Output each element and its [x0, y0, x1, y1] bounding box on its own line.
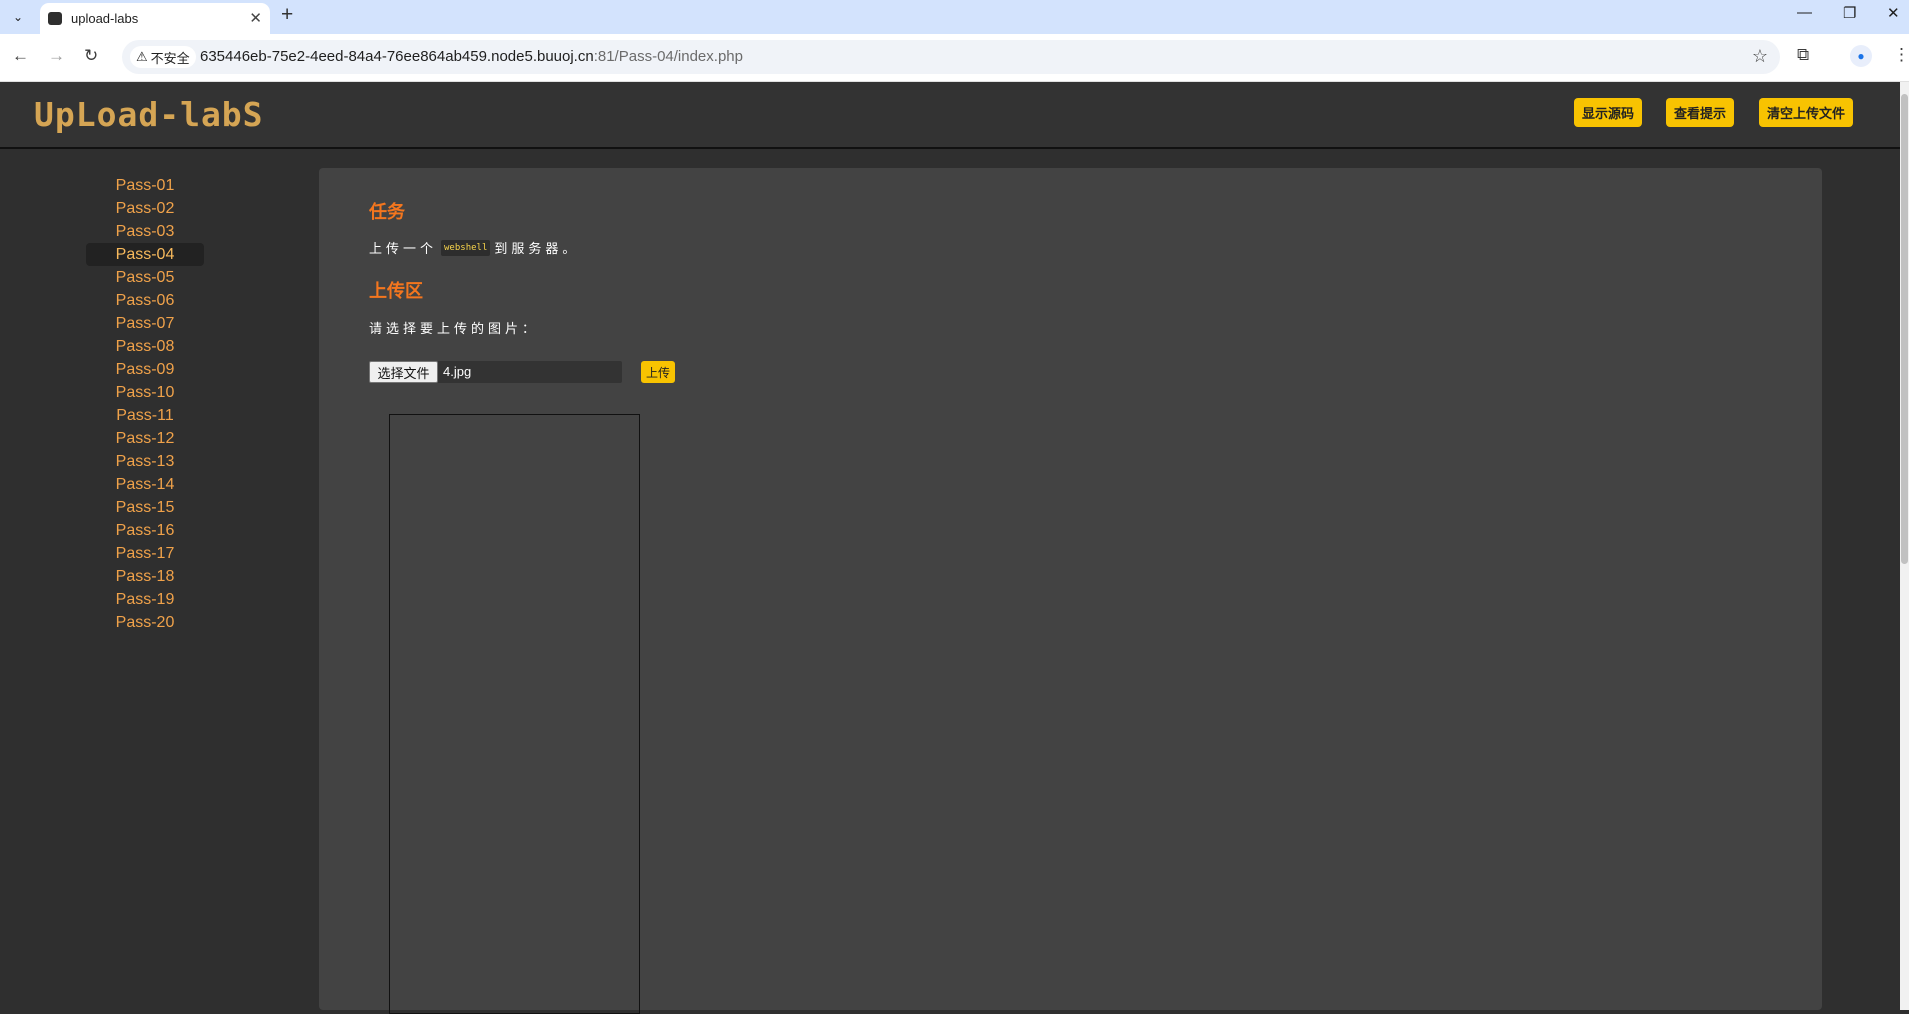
- tab-title: upload-labs: [71, 11, 139, 26]
- url-host: 635446eb-75e2-4eed-84a4-76ee864ab459.nod…: [200, 48, 594, 65]
- tab-close-icon[interactable]: ✕: [249, 9, 262, 27]
- menu-item-pass-16[interactable]: Pass-16: [86, 519, 204, 542]
- upload-prompt: 请选择要上传的图片：: [369, 321, 540, 336]
- menu-item-pass-13[interactable]: Pass-13: [86, 450, 204, 473]
- menu-kebab-icon[interactable]: ⋮: [1893, 45, 1909, 65]
- back-arrow-icon[interactable]: ←: [12, 46, 29, 66]
- menu-item-pass-14[interactable]: Pass-14: [86, 473, 204, 496]
- site-logo: UpLoad-labS: [34, 95, 264, 134]
- menu-item-pass-18[interactable]: Pass-18: [86, 565, 204, 588]
- pass-menu: Pass-01 Pass-02 Pass-03 Pass-04 Pass-05 …: [0, 149, 318, 1010]
- task-text-before: 上传一个: [369, 241, 438, 256]
- menu-item-pass-09[interactable]: Pass-09: [86, 358, 204, 381]
- task-description: 上传一个 webshell 到服务器。: [369, 238, 579, 257]
- menu-item-pass-07[interactable]: Pass-07: [86, 312, 204, 335]
- menu-item-pass-12[interactable]: Pass-12: [86, 427, 204, 450]
- menu-item-pass-19[interactable]: Pass-19: [86, 588, 204, 611]
- menu-item-pass-04[interactable]: Pass-04: [86, 243, 204, 266]
- menu-item-pass-03[interactable]: Pass-03: [86, 220, 204, 243]
- page-scrollbar[interactable]: [1900, 82, 1909, 1010]
- menu-item-pass-05[interactable]: Pass-05: [86, 266, 204, 289]
- menu-item-pass-02[interactable]: Pass-02: [86, 197, 204, 220]
- image-preview-box: [389, 414, 640, 1014]
- menu-item-pass-10[interactable]: Pass-10: [86, 381, 204, 404]
- task-heading: 任务: [369, 202, 405, 222]
- bookmark-star-icon[interactable]: ☆: [1752, 46, 1768, 67]
- warning-icon: ⚠: [136, 49, 148, 64]
- task-code: webshell: [441, 239, 491, 256]
- extensions-puzzle-icon[interactable]: ⧉: [1797, 45, 1809, 65]
- task-text-after: 到服务器。: [494, 241, 580, 256]
- menu-item-pass-01[interactable]: Pass-01: [86, 174, 204, 197]
- security-indicator[interactable]: ⚠ 不安全: [130, 46, 196, 68]
- forward-arrow-icon[interactable]: →: [48, 46, 65, 66]
- browser-tab[interactable]: upload-labs ✕: [40, 3, 270, 34]
- url-text[interactable]: 635446eb-75e2-4eed-84a4-76ee864ab459.nod…: [200, 48, 743, 65]
- menu-item-pass-08[interactable]: Pass-08: [86, 335, 204, 358]
- browser-toolbar: ← → ↻ ⚠ 不安全 635446eb-75e2-4eed-84a4-76ee…: [0, 34, 1909, 82]
- scrollbar-thumb[interactable]: [1901, 94, 1908, 564]
- security-label: 不安全: [150, 50, 190, 66]
- menu-item-pass-11[interactable]: Pass-11: [86, 404, 204, 427]
- upload-submit-button[interactable]: 上传: [641, 361, 675, 383]
- file-input[interactable]: 选择文件 4.jpg: [369, 361, 622, 383]
- url-path: :81/Pass-04/index.php: [593, 48, 743, 65]
- new-tab-plus-icon[interactable]: +: [281, 3, 293, 27]
- profile-avatar-icon[interactable]: ●: [1850, 45, 1872, 67]
- window-close-icon[interactable]: ✕: [1887, 4, 1900, 22]
- minimize-icon[interactable]: —: [1797, 4, 1812, 21]
- show-source-button[interactable]: 显示源码: [1574, 98, 1642, 127]
- site-header: UpLoad-labS 显示源码 查看提示 清空上传文件: [0, 82, 1900, 149]
- menu-item-pass-17[interactable]: Pass-17: [86, 542, 204, 565]
- menu-item-pass-20[interactable]: Pass-20: [86, 611, 204, 634]
- menu-item-pass-06[interactable]: Pass-06: [86, 289, 204, 312]
- view-hint-button[interactable]: 查看提示: [1666, 98, 1734, 127]
- selected-file-name: 4.jpg: [443, 364, 472, 379]
- tab-search-chevron-icon[interactable]: ⌄: [6, 5, 30, 29]
- favicon-icon: [48, 12, 62, 25]
- clear-uploads-button[interactable]: 清空上传文件: [1759, 98, 1853, 127]
- restore-icon[interactable]: ❐: [1843, 4, 1856, 22]
- upload-heading: 上传区: [369, 281, 423, 301]
- reload-icon[interactable]: ↻: [84, 46, 98, 66]
- browser-tab-bar: ⌄ upload-labs ✕ + — ❐ ✕: [0, 0, 1909, 34]
- main-content: 任务 上传一个 webshell 到服务器。 上传区 请选择要上传的图片： 选择…: [319, 168, 1822, 1014]
- choose-file-button[interactable]: 选择文件: [369, 361, 438, 383]
- menu-item-pass-15[interactable]: Pass-15: [86, 496, 204, 519]
- address-bar[interactable]: ⚠ 不安全 635446eb-75e2-4eed-84a4-76ee864ab4…: [122, 40, 1780, 74]
